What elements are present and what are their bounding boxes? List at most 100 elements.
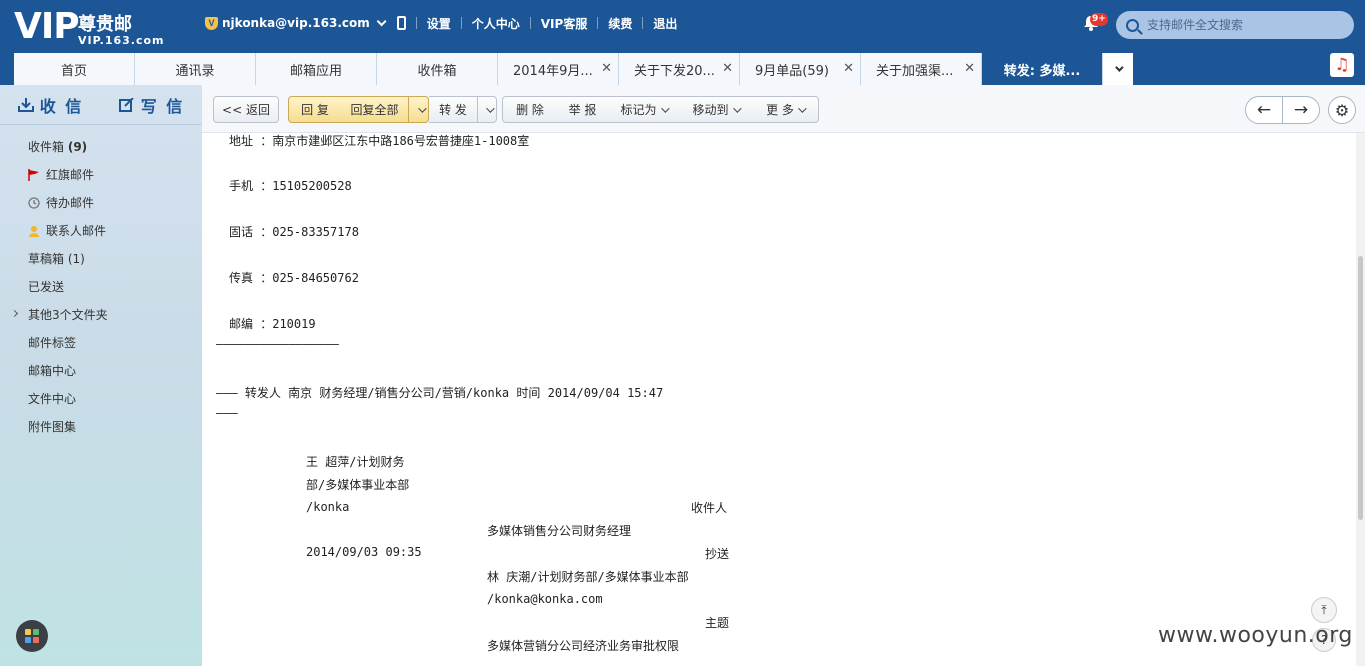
edit-icon [118,97,134,112]
folder-others[interactable]: 其他3个文件夹 [0,301,202,329]
report-label: 举 报 [568,103,597,117]
gear-icon[interactable]: ⚙ [1328,96,1356,124]
tab-inbox[interactable]: 收件箱 [377,53,498,85]
notification-badge: 9+ [1090,13,1108,26]
reply-all-label: 回复全部 [350,103,399,117]
tab-mail-1[interactable]: 2014年9月... ✕ [498,53,619,85]
search-input[interactable] [1147,18,1347,32]
flag-icon [28,169,39,181]
nav-divider [415,17,417,29]
tab-mail-active[interactable]: 转发: 多媒... [982,53,1103,85]
subject-value: 多媒体营销分公司经济业务审批权限 [487,639,680,653]
tab-more-button[interactable] [1103,53,1133,85]
close-icon[interactable]: ✕ [843,62,854,75]
logo-name: 尊贵邮 [78,14,132,35]
search-icon[interactable] [1126,18,1139,32]
folder-label: 其他3个文件夹 [28,308,108,322]
nav-divider [460,17,462,29]
download-icon [17,97,34,112]
account-switcher[interactable]: njkonka@vip.163.com [222,16,370,30]
tab-label: 邮箱应用 [289,63,342,79]
folder-todo[interactable]: 待办邮件 [0,189,202,217]
chevron-down-icon[interactable] [376,15,387,26]
phone-icon[interactable] [396,16,406,30]
close-icon[interactable]: ✕ [601,62,612,75]
folder-drafts[interactable]: 草稿箱 (1) [0,245,202,273]
folder-contacts-mail[interactable]: 联系人邮件 [0,217,202,245]
report-button[interactable]: 举 报 [557,96,609,123]
next-mail-arrow-icon[interactable]: → [1283,97,1319,123]
vip-badge-icon: V [205,16,218,30]
scrollbar-thumb[interactable] [1358,256,1363,520]
folder-file-center[interactable]: 文件中心 [0,385,202,413]
close-icon[interactable]: ✕ [722,62,733,75]
folder-label: 红旗邮件 [46,168,95,182]
tab-mail-3[interactable]: 9月单品(59) ✕ [740,53,861,85]
tab-home[interactable]: 首页 [14,53,135,85]
reply-all-button[interactable]: 回复全部 [341,96,409,123]
to-label: 收件人 [691,501,728,515]
chevron-down-icon [660,103,670,113]
folder-label: 邮箱中心 [28,364,77,378]
folder-label: 草稿箱 (1) [28,252,85,266]
logo-domain: VIP.163.com [78,34,165,47]
apps-grid-icon[interactable] [16,620,48,652]
nav-personal-center[interactable]: 个人中心 [472,15,520,32]
nav-divider [529,17,531,29]
music-icon[interactable]: ♫ [1330,53,1354,77]
tab-mail-4[interactable]: 关于加强渠... ✕ [861,53,982,85]
chevron-down-icon [798,103,807,113]
more-button[interactable]: 更 多 [752,96,819,123]
clock-icon [28,197,40,209]
forward-button[interactable]: 转 发 [429,96,478,123]
reply-all-dropdown[interactable] [408,96,429,123]
mark-as-button[interactable]: 标记为 [608,96,680,123]
folder-label: 已发送 [28,280,65,294]
chevron-down-icon [486,103,495,113]
sender-line-2: 部/多媒体事业本部 [306,478,410,492]
tab-bar: 首页 通讯录 邮箱应用 收件箱 2014年9月... ✕ 关于下发20... ✕ 9… [14,53,1133,85]
nav-renew[interactable]: 续费 [608,15,632,32]
compose-button[interactable]: 写 信 [101,93,202,117]
tab-label: 转发: 多媒... [1003,63,1081,79]
forward-label: 转 发 [439,103,467,117]
forward-dropdown[interactable] [477,96,497,123]
reply-button[interactable]: 回 复 [288,96,342,123]
close-icon[interactable]: ✕ [964,62,975,75]
chevron-right-icon[interactable] [10,309,19,318]
tab-contacts[interactable]: 通讯录 [135,53,256,85]
folder-attachments[interactable]: 附件图集 [0,413,202,441]
back-button[interactable]: << 返回 [213,96,279,123]
nav-logout[interactable]: 退出 [653,15,677,32]
folder-label: 文件中心 [28,392,77,406]
body-mobile: 手机 ：15105200528 [229,179,352,193]
folder-mail-center[interactable]: 邮箱中心 [0,357,202,385]
tab-mail-2[interactable]: 关于下发20... ✕ [619,53,740,85]
move-to-label: 移动到 [692,103,729,117]
subject-label: 主题 [705,616,730,630]
tab-apps[interactable]: 邮箱应用 [256,53,377,85]
tab-label: 首页 [60,63,87,79]
scroll-to-top-icon[interactable]: ⤒ [1311,597,1337,623]
reply-label: 回 复 [301,103,329,117]
tab-label: 9月单品(59) [755,63,829,79]
previous-mail-arrow-icon[interactable]: ← [1246,97,1283,123]
body-address: 地址 ：南京市建邺区江东中路186号宏普捷座1-1008室 [229,134,530,148]
tab-label: 2014年9月... [513,63,593,79]
folder-flagged[interactable]: 红旗邮件 [0,161,202,189]
receive-label: 收 信 [39,96,84,116]
folder-tags[interactable]: 邮件标签 [0,329,202,357]
search-box[interactable] [1116,11,1354,39]
folder-sent[interactable]: 已发送 [0,273,202,301]
mail-body: 地址 ：南京市建邺区江东中路186号宏普捷座1-1008室 手机 ：151052… [202,133,1354,666]
delete-button[interactable]: 删 除 [502,96,558,123]
receive-button[interactable]: 收 信 [0,93,101,117]
nav-settings[interactable]: 设置 [427,15,451,32]
nav-vip-service[interactable]: VIP客服 [541,15,588,32]
move-to-button[interactable]: 移动到 [679,96,753,123]
watermark: www.wooyun.org [1158,623,1353,648]
nav-divider [642,17,644,29]
folder-inbox[interactable]: 收件箱 (9) [0,133,202,161]
sidebar-actions: 收 信 写 信 [0,85,202,125]
contact-icon [29,226,39,237]
